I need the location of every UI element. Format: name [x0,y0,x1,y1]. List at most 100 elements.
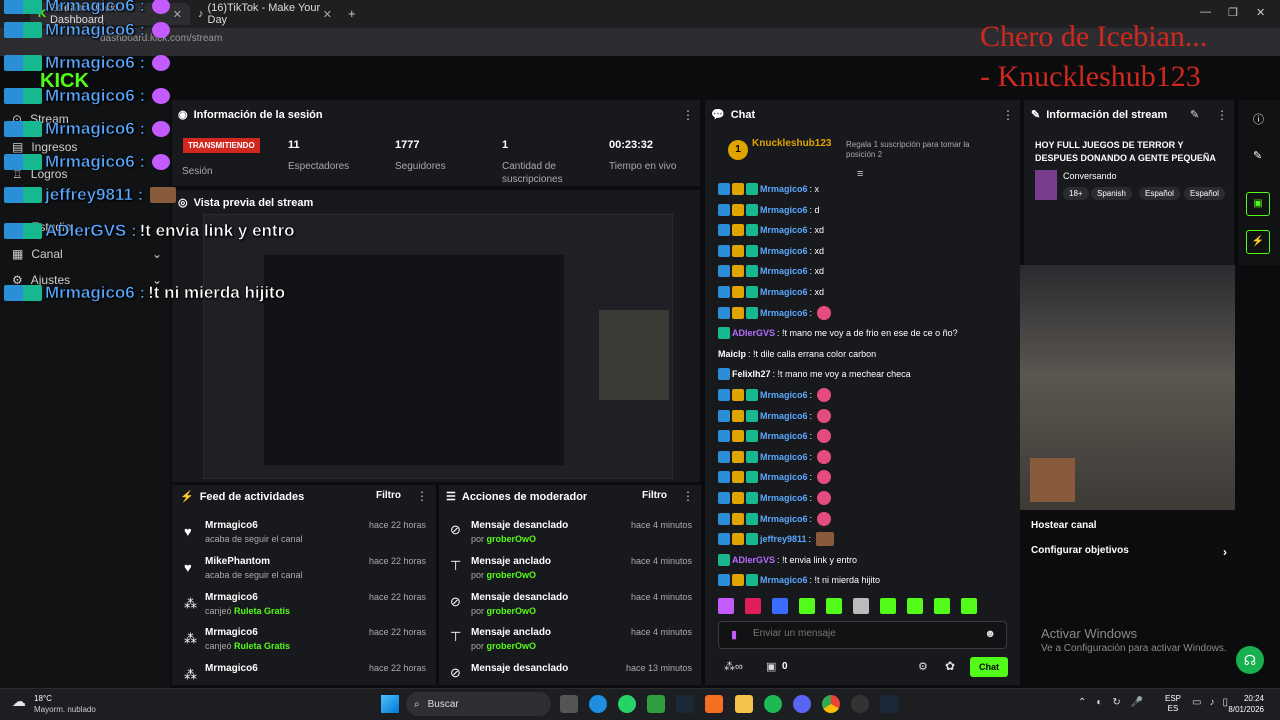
spotify-icon[interactable] [764,695,782,713]
category-name[interactable]: Conversando [1063,171,1117,181]
emoji-icon[interactable]: ☻ [984,628,996,640]
emote-icon[interactable] [961,598,977,614]
mod-menu-icon[interactable]: ⋮ [682,489,694,503]
chat-menu-icon[interactable]: ⋮ [1002,108,1014,122]
chat-badge-icon [732,574,744,587]
maximize-icon[interactable]: ❐ [1228,6,1238,19]
chat-username[interactable]: ADlerGVS [732,328,775,338]
start-button[interactable] [381,695,399,713]
chat-username[interactable]: Maiclp [718,349,746,359]
emote-icon[interactable] [907,598,923,614]
chat-username[interactable]: Mrmagico6 [760,266,808,276]
chat-emote-icon [817,511,832,526]
emote-icon[interactable] [934,598,950,614]
chat-username[interactable]: Mrmagico6 [760,452,808,462]
chat-badge-icon [732,244,744,257]
minimize-icon[interactable]: — [1200,6,1211,18]
overlay-title-line2: - Knuckleshub123 [980,60,1201,93]
edit-stream-icon[interactable]: ✎ [1190,108,1199,121]
chat-username[interactable]: Mrmagico6 [760,575,808,585]
chat-username[interactable]: Mrmagico6 [760,390,808,400]
chat-username[interactable]: Mrmagico6 [760,514,808,524]
new-tab-button[interactable]: + [348,6,356,21]
chat-badge-icon [718,224,730,237]
chat-collapse-icon[interactable]: ≡ [857,168,863,180]
tag-espanol-2: Español [1184,187,1225,200]
leaderboard-user[interactable]: Knuckleshub123 [752,138,831,149]
weather-desc: Mayorm. nublado [34,705,96,714]
clock[interactable]: 20:24 8/01/2026 [1220,693,1264,715]
configure-goals-item[interactable]: Configurar objetivos › [1031,545,1227,559]
mod-filter-button[interactable]: Filtro [642,490,667,501]
chat-message-input[interactable] [753,628,973,639]
chat-badge-icon [732,450,744,463]
chat-users-icon[interactable]: ✿ [945,659,955,673]
taskbar-search[interactable]: ⌕ Buscar [406,692,551,716]
lang-indicator[interactable]: ESP ES [1165,694,1181,714]
chat-username[interactable]: jeffrey9811 [760,534,807,544]
mic-icon[interactable]: ▮ [731,628,737,641]
chat-username[interactable]: Mrmagico6 [760,205,808,215]
chevron-right-icon: › [1223,545,1227,559]
pencil-icon[interactable]: ✎ [1253,149,1262,162]
chat-message: ADlerGVS: !t envia link y entro [718,551,857,569]
emote-icon[interactable] [799,598,815,614]
close-tab-icon[interactable]: ✕ [173,8,182,21]
emote-icon[interactable] [745,598,761,614]
stream-preview-video[interactable] [203,214,673,479]
gift-sub-text[interactable]: Regala 1 suscripción para tomar la posic… [846,140,986,160]
discord-icon[interactable] [793,695,811,713]
emote-icon[interactable] [826,598,842,614]
host-channel-item[interactable]: Hostear canal [1031,520,1097,531]
xbox-icon[interactable] [647,695,665,713]
task-view-icon[interactable] [560,695,578,713]
chat-username[interactable]: Mrmagico6 [760,493,808,503]
chat-username[interactable]: Felixlh27 [732,369,771,379]
chat-username[interactable]: ADlerGVS [732,555,775,565]
obs-icon[interactable] [851,695,869,713]
steam-icon-2[interactable] [880,695,898,713]
folder-icon[interactable] [735,695,753,713]
whatsapp-icon[interactable] [618,695,636,713]
edge-icon[interactable] [589,695,607,713]
overlay-username: Mrmagico6 : [45,20,146,40]
camera-icon[interactable]: ▣ [1246,192,1270,216]
chat-send-button[interactable]: Chat [970,657,1008,677]
chrome-icon[interactable] [822,695,840,713]
steam-icon[interactable] [676,695,694,713]
chat-settings-icon[interactable]: ⚙ [918,660,928,673]
sidebar-item-canal[interactable]: ▦ Canal ⌄ [12,247,162,261]
stream-info-menu-icon[interactable]: ⋮ [1216,108,1228,122]
chat-input-box[interactable]: ▮ ☻ [718,621,1007,649]
emote-icon[interactable] [772,598,788,614]
chat-badge-icon [746,183,758,195]
chat-username[interactable]: Mrmagico6 [760,225,808,235]
chat-username[interactable]: Mrmagico6 [760,287,808,297]
tray-icons[interactable]: ⌃◐↻🎤 [1078,697,1153,708]
chat-username[interactable]: Mrmagico6 [760,431,808,441]
chat-message: Mrmagico6: [718,427,832,445]
app-icon[interactable] [705,695,723,713]
feed-filter-button[interactable]: Filtro [376,490,401,501]
chat-username[interactable]: Mrmagico6 [760,411,808,421]
lightning-icon[interactable]: ⚡ [1246,230,1270,254]
emote-icon[interactable] [718,598,734,614]
support-chat-icon[interactable]: ☊ [1236,646,1264,674]
feed-menu-icon[interactable]: ⋮ [416,489,428,503]
gift-icon[interactable]: ▣ [766,660,776,673]
chat-username[interactable]: Mrmagico6 [760,308,808,318]
close-tab-icon[interactable]: ✕ [323,8,332,21]
mod-item: ⊘ Mensaje desanclado por groberOwO hace 4 m… [450,520,692,544]
chat-username[interactable]: Mrmagico6 [760,184,808,194]
emote-icon[interactable] [880,598,896,614]
emote-icon[interactable] [853,598,869,614]
weather-icon[interactable]: ☁ [12,693,26,710]
overlay-heart-emote-icon [152,55,171,71]
chat-username[interactable]: Mrmagico6 [760,246,808,256]
close-window-icon[interactable]: ✕ [1256,6,1265,19]
tab-tiktok[interactable]: ♪ (16)TikTok - Make Your Day ✕ [190,2,340,26]
info-icon[interactable]: ⓘ [1253,111,1264,127]
points-icon[interactable]: ⁂∞ [724,660,743,673]
chat-username[interactable]: Mrmagico6 [760,472,808,482]
session-menu-icon[interactable]: ⋮ [682,108,694,122]
